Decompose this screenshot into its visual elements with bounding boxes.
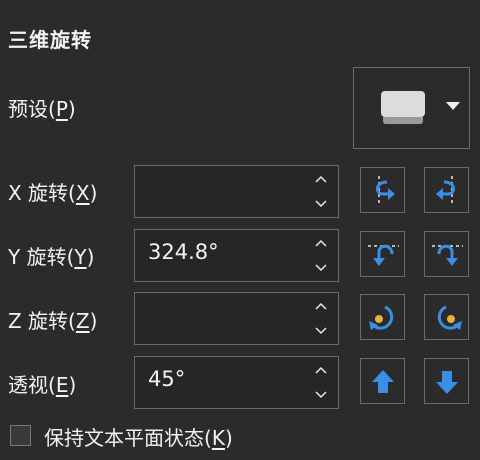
z-rotate-counterclockwise-button[interactable] — [360, 294, 405, 340]
y-rotation-label: Y 旋转(Y) — [8, 245, 95, 269]
spin-up-icon[interactable] — [314, 301, 328, 311]
arrow-down-icon — [436, 371, 458, 394]
chevron-down-icon — [446, 102, 460, 110]
flat-box-preset-icon — [381, 91, 425, 124]
spin-up-icon[interactable] — [314, 365, 328, 375]
keep-text-flat-checkbox[interactable] — [10, 425, 31, 446]
z-rotation-label: Z 旋转(Z) — [8, 309, 98, 333]
spin-up-icon[interactable] — [314, 238, 328, 248]
y-rotate-down-button[interactable] — [424, 231, 469, 277]
rotate-clockwise-z-icon — [437, 305, 462, 330]
perspective-decrease-button[interactable] — [424, 358, 469, 404]
keep-text-flat-label[interactable]: 保持文本平面状态(K) — [44, 422, 233, 451]
panel-title: 三维旋转 — [8, 28, 92, 52]
rotate-up-y-icon — [368, 244, 399, 266]
x-rotation-label: X 旋转(X) — [8, 181, 98, 205]
perspective-label: 透视(E) — [8, 373, 77, 397]
arrow-up-icon — [372, 370, 394, 393]
y-rotate-up-button[interactable] — [360, 231, 405, 277]
spin-down-icon[interactable] — [314, 199, 328, 209]
preset-label: 预设(P) — [8, 97, 76, 121]
spin-up-icon[interactable] — [314, 174, 328, 184]
rotate-counterclockwise-z-icon — [369, 305, 394, 330]
preset-dropdown[interactable] — [353, 67, 470, 149]
x-rotate-right-button[interactable] — [424, 167, 469, 213]
rotate-left-x-icon — [376, 176, 395, 206]
spin-down-icon[interactable] — [314, 263, 328, 273]
y-rotation-value[interactable]: 324.8° — [148, 240, 219, 264]
spin-down-icon[interactable] — [314, 390, 328, 400]
perspective-increase-button[interactable] — [360, 358, 405, 404]
x-rotate-left-button[interactable] — [360, 167, 405, 213]
perspective-value[interactable]: 45° — [148, 367, 185, 391]
spin-down-icon[interactable] — [314, 326, 328, 336]
x-rotation-spinner[interactable] — [134, 165, 339, 218]
z-rotation-spinner[interactable] — [134, 292, 339, 345]
z-rotate-clockwise-button[interactable] — [424, 294, 469, 340]
y-rotation-spinner[interactable]: 324.8° — [134, 229, 339, 282]
rotate-down-y-icon — [432, 244, 463, 266]
perspective-spinner[interactable]: 45° — [134, 356, 339, 409]
rotate-right-x-icon — [436, 176, 455, 206]
